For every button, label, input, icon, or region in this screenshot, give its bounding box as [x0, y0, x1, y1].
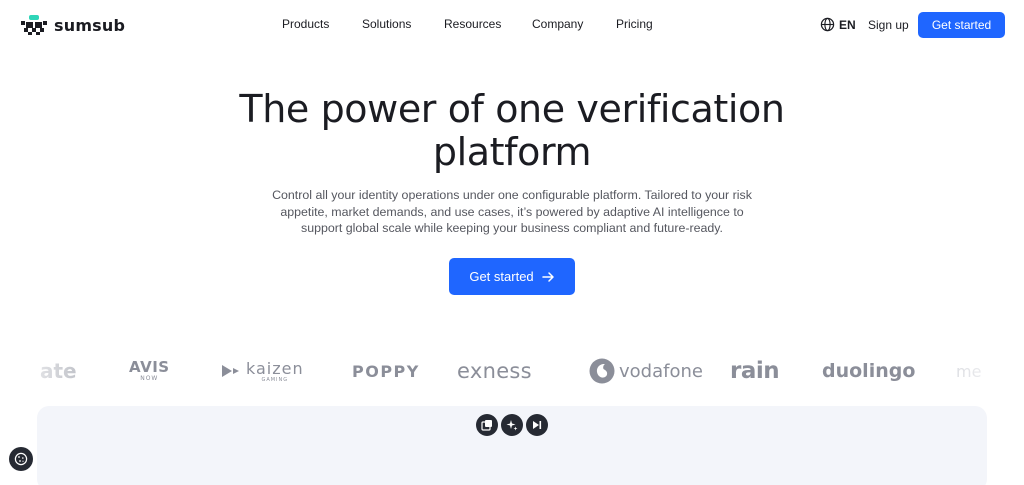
skip-forward-button[interactable]	[526, 414, 548, 436]
logo-avis-sub: NOW	[140, 375, 159, 382]
header-get-started-button[interactable]: Get started	[918, 12, 1005, 38]
logo-kaizen: kaizen GAMING	[222, 348, 304, 394]
hero-title-line: platform	[432, 130, 592, 174]
ai-sparkle-button[interactable]	[501, 414, 523, 436]
cookie-settings-button[interactable]	[9, 447, 33, 471]
skip-forward-icon	[533, 421, 542, 429]
picture-in-picture-icon	[481, 420, 492, 431]
hero-title: The power of one verification platform	[0, 88, 1024, 174]
logo-kaizen-text: kaizen	[246, 358, 304, 378]
logo-poppy: POPPY	[352, 361, 420, 381]
sparkle-icon	[506, 420, 518, 431]
language-label: EN	[839, 17, 856, 32]
nav-item-company[interactable]: Company	[532, 17, 583, 31]
logo-duolingo: duolingo	[822, 360, 916, 382]
globe-icon	[820, 17, 835, 32]
logos-fade-left	[0, 340, 110, 400]
customer-logos: ate AVIS NOW kaizen GAMING POPPY exness …	[0, 348, 1024, 394]
hero-subtitle: Control all your identity operations und…	[262, 187, 762, 237]
vodafone-mark-icon	[589, 358, 615, 384]
picture-in-picture-button[interactable]	[476, 414, 498, 436]
nav-item-solutions[interactable]: Solutions	[362, 17, 411, 31]
kaizen-mark-icon	[222, 365, 239, 377]
language-selector[interactable]: EN	[820, 17, 856, 32]
logo-rain: rain	[730, 358, 780, 384]
logo-avis: AVIS NOW	[129, 348, 170, 394]
logo-kaizen-sub: GAMING	[261, 376, 289, 383]
logo-vodafone-text: vodafone	[619, 360, 703, 382]
nav-item-products[interactable]: Products	[282, 17, 329, 31]
site-header: sumsub Products Solutions Resources Comp…	[0, 0, 1024, 50]
hero-cta-label: Get started	[469, 269, 534, 284]
cookie-icon	[14, 452, 28, 466]
logo-exness: exness	[457, 359, 532, 383]
hero-title-line: The power of one verification	[239, 87, 785, 131]
nav-item-pricing[interactable]: Pricing	[616, 17, 653, 31]
logos-fade-right	[914, 340, 1024, 400]
hero-subtitle-line: appetite, market demands, and use cases,…	[280, 204, 744, 219]
hero-subtitle-line: Control all your identity operations und…	[272, 188, 752, 202]
hero-subtitle-line: support global scale while keeping your …	[301, 221, 723, 235]
hero-get-started-button[interactable]: Get started	[449, 258, 575, 295]
logo-vodafone: vodafone	[589, 348, 703, 394]
logo-avis-text: AVIS	[129, 358, 170, 376]
arrow-right-icon	[541, 271, 555, 283]
nav-item-resources[interactable]: Resources	[444, 17, 501, 31]
signup-link[interactable]: Sign up	[868, 18, 909, 32]
